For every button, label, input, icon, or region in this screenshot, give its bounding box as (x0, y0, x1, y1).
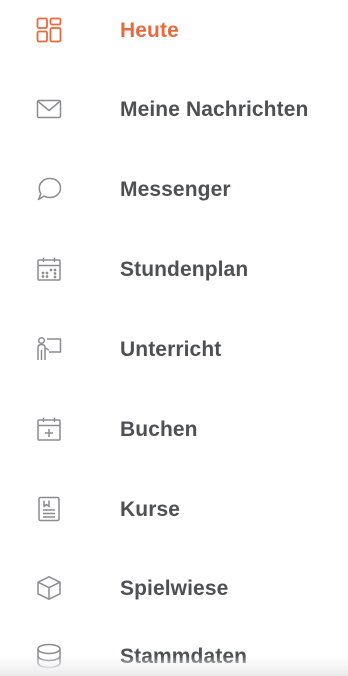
nav-item-kurse[interactable]: Kurse (0, 489, 348, 543)
nav-item-spielwiese[interactable]: Spielwiese (0, 568, 348, 622)
nav-item-label: Unterricht (120, 338, 222, 361)
sidebar-nav: Heute Meine Nachrichten Messenger Stunde… (0, 0, 348, 676)
nav-item-heute[interactable]: Heute (0, 10, 348, 64)
calendar-add-icon (36, 416, 62, 442)
envelope-icon (36, 96, 62, 122)
nav-item-label: Meine Nachrichten (120, 98, 309, 121)
document-icon (36, 496, 62, 522)
nav-item-label: Spielwiese (120, 577, 229, 600)
nav-item-meine-nachrichten[interactable]: Meine Nachrichten (0, 89, 348, 143)
dashboard-grid-icon (36, 17, 62, 43)
speech-bubble-icon (36, 176, 62, 202)
teacher-board-icon (36, 336, 62, 362)
nav-item-unterricht[interactable]: Unterricht (0, 329, 348, 383)
nav-item-label: Stundenplan (120, 258, 249, 281)
nav-item-label: Buchen (120, 418, 198, 441)
nav-item-messenger[interactable]: Messenger (0, 169, 348, 223)
nav-item-stundenplan[interactable]: Stundenplan (0, 249, 348, 303)
nav-item-label: Messenger (120, 178, 231, 201)
calendar-icon (36, 256, 62, 282)
nav-item-buchen[interactable]: Buchen (0, 409, 348, 463)
nav-item-label: Heute (120, 19, 179, 42)
nav-item-stammdaten[interactable]: Stammdaten (0, 636, 348, 676)
nav-item-label: Stammdaten (120, 645, 248, 668)
database-icon (36, 643, 62, 669)
cube-icon (36, 575, 62, 601)
nav-item-label: Kurse (120, 498, 181, 521)
